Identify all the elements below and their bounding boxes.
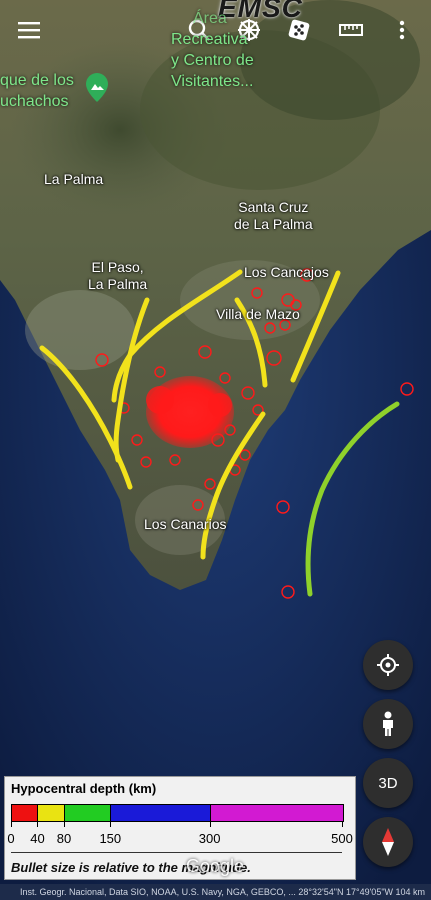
legend-tick-label: 500 — [331, 831, 353, 846]
view-3d-button[interactable]: 3D — [363, 758, 413, 808]
poi-line: y Centro de — [171, 52, 254, 69]
google-watermark: Google — [186, 856, 245, 876]
legend-tick-mark — [63, 821, 65, 827]
legend-title: Hypocentral depth (km) — [11, 781, 157, 796]
legend-tick-label: 0 — [7, 831, 15, 846]
legend-tick-label: 150 — [99, 831, 122, 846]
place-los-cancajos: Los Cancajos — [244, 264, 329, 280]
legend-segment — [38, 805, 65, 821]
poi-line: uchachos — [0, 93, 69, 110]
poi-national-park[interactable]: que de los uchachos — [0, 70, 74, 112]
menu-icon[interactable] — [13, 14, 45, 46]
compass-icon — [382, 828, 394, 856]
legend-segment — [210, 805, 343, 821]
compass-button[interactable] — [363, 817, 413, 867]
place-line: Santa Cruz — [238, 199, 309, 215]
ruler-icon[interactable] — [335, 14, 367, 46]
poi-line: Área — [193, 10, 227, 27]
crosshair-icon — [377, 654, 399, 676]
depth-legend: Hypocentral depth (km) Bullet size is re… — [4, 776, 356, 880]
street-view-button[interactable] — [363, 699, 413, 749]
place-line: de La Palma — [234, 216, 313, 232]
my-location-button[interactable] — [363, 640, 413, 690]
legend-tick-mark — [11, 821, 12, 827]
legend-tick-mark — [110, 821, 112, 827]
legend-divider — [11, 852, 342, 853]
place-line: El Paso, — [91, 259, 144, 275]
legend-tick-label: 300 — [198, 831, 221, 846]
satellite-map[interactable] — [0, 0, 431, 900]
legend-tick-mark — [209, 821, 211, 827]
legend-color-bar — [11, 804, 344, 822]
place-villa-de-mazo: Villa de Mazo — [216, 306, 300, 322]
more-vertical-icon[interactable] — [386, 14, 418, 46]
dice-icon[interactable] — [283, 14, 315, 46]
legend-segment — [111, 805, 211, 821]
poi-line: Recreativa — [171, 31, 248, 48]
poi-line: Visitantes... — [171, 73, 254, 90]
poi-line: que de los — [0, 72, 74, 89]
place-el-paso: El Paso, La Palma — [88, 259, 147, 293]
place-santa-cruz: Santa Cruz de La Palma — [234, 199, 313, 233]
legend-tick-label: 40 — [30, 831, 45, 846]
legend-tick-mark — [342, 821, 343, 827]
place-line: La Palma — [88, 276, 148, 292]
map-attribution: Inst. Geogr. Nacional, Data SIO, NOAA, U… — [0, 884, 431, 900]
legend-segment — [64, 805, 112, 821]
poi-recreation-area[interactable]: Área Recreativa y Centro de Visitantes..… — [171, 8, 254, 92]
place-los-canarios: Los Canarios — [144, 516, 227, 532]
pegman-icon — [383, 711, 393, 736]
legend-tick-mark — [37, 821, 39, 827]
legend-tick-label: 80 — [56, 831, 72, 846]
legend-segment — [12, 805, 39, 821]
place-la-palma: La Palma — [44, 171, 104, 187]
